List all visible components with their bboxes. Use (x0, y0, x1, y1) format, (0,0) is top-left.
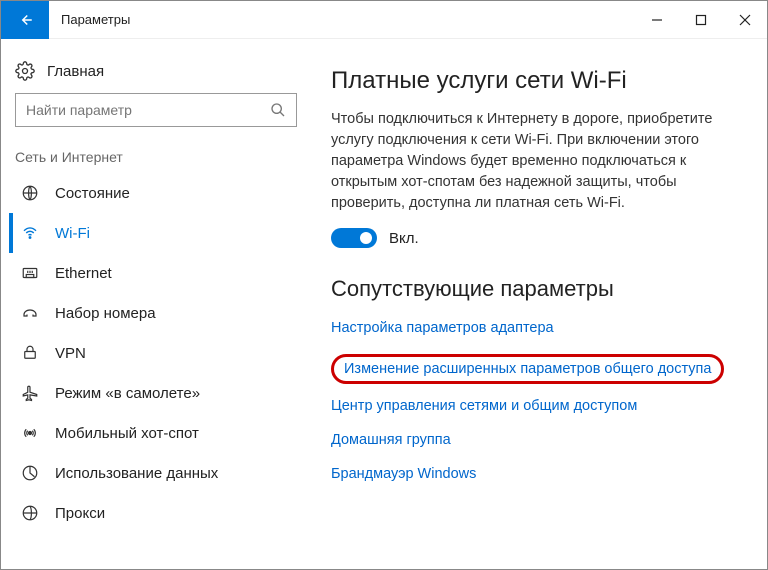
sidebar-item-label: Использование данных (55, 465, 218, 482)
sidebar-item-dialup[interactable]: Набор номера (9, 293, 303, 333)
section-description: Чтобы подключиться к Интернету в дороге,… (331, 109, 731, 214)
gear-icon (15, 61, 35, 81)
sidebar-item-proxy[interactable]: Прокси (9, 493, 303, 533)
link-adapter-settings[interactable]: Настройка параметров адаптера (331, 320, 739, 336)
dialup-icon (19, 304, 41, 322)
toggle-label: Вкл. (389, 230, 419, 247)
window-title: Параметры (49, 12, 635, 27)
hotspot-icon (19, 424, 41, 442)
back-button[interactable] (1, 1, 49, 39)
sidebar-item-label: Прокси (55, 505, 105, 522)
maximize-icon (695, 14, 707, 26)
close-button[interactable] (723, 1, 767, 38)
sidebar-item-ethernet[interactable]: Ethernet (9, 253, 303, 293)
data-usage-icon (19, 464, 41, 482)
ethernet-icon (19, 264, 41, 282)
search-box[interactable] (15, 93, 297, 127)
arrow-left-icon (16, 11, 34, 29)
search-input[interactable] (26, 102, 270, 118)
paid-wifi-toggle[interactable] (331, 228, 377, 248)
home-label: Главная (47, 63, 104, 80)
link-homegroup[interactable]: Домашняя группа (331, 432, 739, 448)
sidebar-item-data-usage[interactable]: Использование данных (9, 453, 303, 493)
minimize-icon (651, 14, 663, 26)
link-advanced-sharing[interactable]: Изменение расширенных параметров общего … (331, 354, 724, 384)
link-network-center[interactable]: Центр управления сетями и общим доступом (331, 398, 739, 414)
sidebar-item-hotspot[interactable]: Мобильный хот-спот (9, 413, 303, 453)
section-title: Платные услуги сети Wi-Fi (331, 67, 739, 95)
sidebar: Главная Сеть и Интернет Состояние Wi-Fi (1, 39, 313, 569)
close-icon (739, 14, 751, 26)
proxy-icon (19, 504, 41, 522)
globe-icon (19, 184, 41, 202)
maximize-button[interactable] (679, 1, 723, 38)
search-icon (270, 102, 286, 118)
nav: Состояние Wi-Fi Ethernet Набор номера VP… (9, 173, 303, 533)
sidebar-item-label: Состояние (55, 185, 130, 202)
airplane-icon (19, 384, 41, 402)
sidebar-item-wifi[interactable]: Wi-Fi (9, 213, 303, 253)
sidebar-item-vpn[interactable]: VPN (9, 333, 303, 373)
content: Главная Сеть и Интернет Состояние Wi-Fi (1, 39, 767, 569)
sidebar-item-label: Режим «в самолете» (55, 385, 200, 402)
settings-window: Параметры Главная Сеть и Интернет (0, 0, 768, 570)
minimize-button[interactable] (635, 1, 679, 38)
sidebar-item-label: Wi-Fi (55, 225, 90, 242)
sidebar-item-label: VPN (55, 345, 86, 362)
sidebar-item-label: Набор номера (55, 305, 156, 322)
toggle-row: Вкл. (331, 228, 739, 248)
sidebar-item-airplane[interactable]: Режим «в самолете» (9, 373, 303, 413)
category-label: Сеть и Интернет (9, 127, 303, 173)
toggle-knob (360, 232, 372, 244)
sidebar-item-status[interactable]: Состояние (9, 173, 303, 213)
main-panel: Платные услуги сети Wi-Fi Чтобы подключи… (313, 39, 767, 569)
link-firewall[interactable]: Брандмауэр Windows (331, 466, 739, 482)
home-row[interactable]: Главная (9, 53, 303, 93)
sidebar-item-label: Ethernet (55, 265, 112, 282)
titlebar: Параметры (1, 1, 767, 39)
window-controls (635, 1, 767, 38)
related-title: Сопутствующие параметры (331, 276, 739, 302)
vpn-icon (19, 344, 41, 362)
sidebar-item-label: Мобильный хот-спот (55, 425, 199, 442)
wifi-icon (19, 224, 41, 242)
